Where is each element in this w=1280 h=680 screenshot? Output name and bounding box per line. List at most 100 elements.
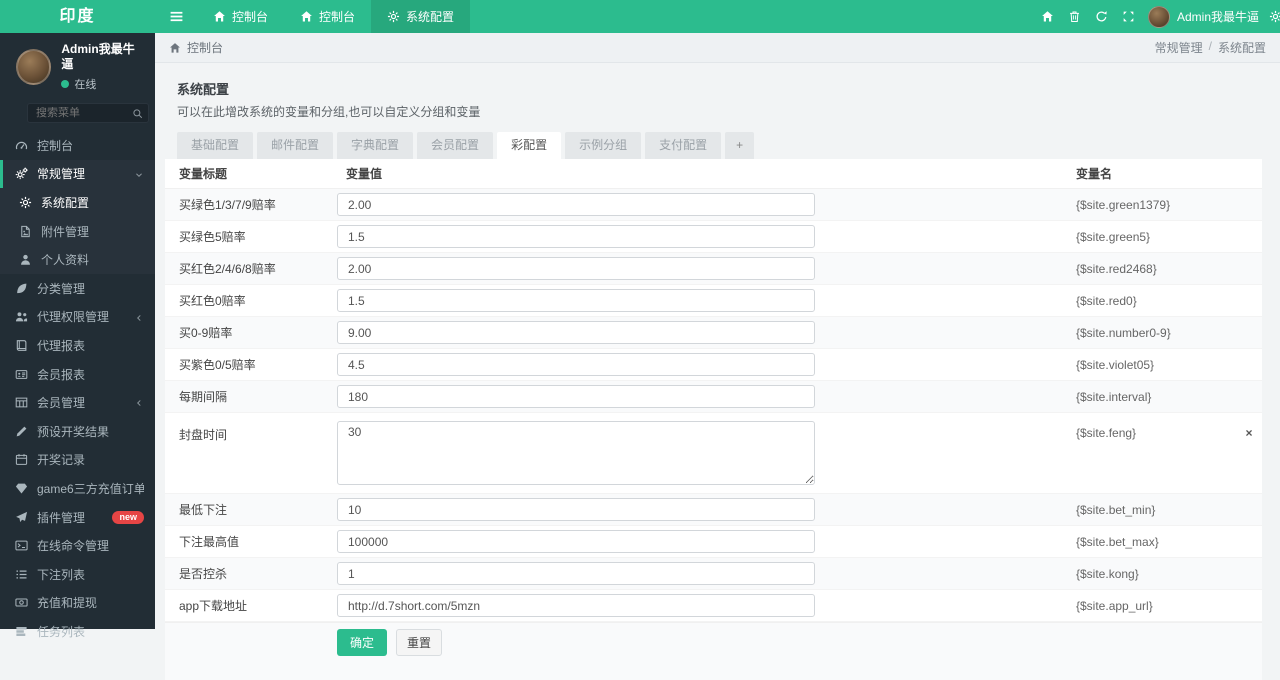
sidebar-item-个人资料[interactable]: 个人资料 — [0, 245, 155, 274]
config-row: 封盘时间 {$site.feng} × — [165, 413, 1262, 494]
submit-button[interactable]: 确定 — [337, 629, 388, 656]
home-icon — [1041, 10, 1054, 23]
expand-button[interactable] — [1115, 0, 1142, 33]
top-nav-tab[interactable]: 系统配置 — [371, 0, 471, 33]
sidebar-item-任务列表[interactable]: 任务列表 — [0, 617, 155, 646]
home-icon — [300, 10, 313, 23]
menu-search — [27, 103, 149, 123]
variable-title: app下载地址 — [179, 599, 248, 613]
config-tabs: 基础配置 邮件配置 字典配置 会员配置 彩配置 示例分组 支付配置 + — [165, 124, 1262, 159]
tab-彩配置[interactable]: 彩配置 — [497, 132, 562, 159]
tab-基础配置[interactable]: 基础配置 — [177, 132, 254, 159]
sidebar-item-在线命令管理[interactable]: 在线命令管理 — [0, 531, 155, 560]
gear-icon — [1269, 10, 1280, 23]
variable-value-input[interactable] — [337, 193, 815, 216]
gauge-icon — [15, 139, 28, 152]
breadcrumb-parent[interactable]: 常规管理 — [1155, 39, 1203, 56]
cogs-icon — [15, 167, 28, 180]
col-header-title: 变量标题 — [179, 167, 228, 181]
chevleft-icon — [134, 313, 144, 323]
sidebar-item-分类管理[interactable]: 分类管理 — [0, 274, 155, 303]
rocket-icon — [15, 511, 28, 524]
variable-name: {$site.bet_min} — [1076, 502, 1156, 517]
variable-name: {$site.green5} — [1076, 229, 1151, 244]
home-icon — [213, 10, 226, 23]
sidebar-item-代理报表[interactable]: 代理报表 — [0, 331, 155, 360]
breadcrumb-bar: 控制台 常规管理 / 系统配置 — [155, 33, 1280, 63]
breadcrumb[interactable]: 控制台 — [169, 39, 223, 56]
reset-button[interactable]: 重置 — [396, 629, 443, 656]
sidebar-item-下注列表[interactable]: 下注列表 — [0, 560, 155, 589]
tab-示例分组[interactable]: 示例分组 — [565, 132, 642, 159]
panel-heading: 系统配置 可以在此增改系统的变量和分组,也可以自定义分组和变量 — [165, 71, 1262, 124]
variable-title: 买紫色0/5赔率 — [179, 358, 256, 372]
user-dropdown[interactable]: Admin我最牛逼 — [1142, 5, 1269, 28]
tab-pane: 变量标题 变量值 变量名 买绿色1/3/7/9赔率 {$site.green137… — [165, 159, 1262, 680]
sidebar-toggle-button[interactable] — [155, 0, 197, 33]
user-icon — [19, 253, 32, 266]
variable-value-textarea[interactable] — [337, 421, 815, 485]
variable-title: 每期间隔 — [179, 390, 228, 404]
refresh-icon — [1095, 10, 1108, 23]
tab-支付配置[interactable]: 支付配置 — [645, 132, 722, 159]
sidebar-item-会员报表[interactable]: 会员报表 — [0, 360, 155, 389]
variable-title: 下注最高值 — [179, 535, 240, 549]
sidebar-item-代理权限管理[interactable]: 代理权限管理 — [0, 303, 155, 332]
sidebar-item-开奖记录[interactable]: 开奖记录 — [0, 446, 155, 475]
home-button[interactable] — [1034, 0, 1061, 33]
app-logo[interactable]: 印度 — [0, 0, 155, 33]
variable-value-input[interactable] — [337, 594, 815, 617]
variable-name: {$site.red2468} — [1076, 261, 1157, 276]
online-dot-icon — [61, 80, 70, 88]
config-row: 买绿色5赔率 {$site.green5} — [165, 221, 1262, 253]
tab-字典配置[interactable]: 字典配置 — [337, 132, 414, 159]
variable-value-input[interactable] — [337, 321, 815, 344]
sidebar-menu: 控制台 常规管理 系统配置 附件管理 个人资料 分类管理 代理权限管理 代理报表 会员报表 会员管… — [0, 131, 155, 646]
trash-button[interactable] — [1061, 0, 1088, 33]
variable-name: {$site.red0} — [1076, 293, 1137, 308]
search-icon[interactable] — [126, 108, 148, 119]
variable-value-input[interactable] — [337, 385, 815, 408]
calendar-icon — [15, 453, 28, 466]
sidebar-item-game6三方充值订单[interactable]: game6三方充值订单 — [0, 474, 155, 503]
sidebar-item-插件管理[interactable]: 插件管理 new — [0, 503, 155, 532]
variable-value-input[interactable] — [337, 498, 815, 521]
variable-value-input[interactable] — [337, 289, 815, 312]
variable-value-input[interactable] — [337, 562, 815, 585]
sidebar-item-附件管理[interactable]: 附件管理 — [0, 217, 155, 246]
variable-name: {$site.interval} — [1076, 389, 1152, 404]
tasks-icon — [15, 625, 28, 638]
leaf-icon — [15, 282, 28, 295]
config-row: 每期间隔 {$site.interval} — [165, 381, 1262, 413]
tab-邮件配置[interactable]: 邮件配置 — [257, 132, 334, 159]
sidebar-item-预设开奖结果[interactable]: 预设开奖结果 — [0, 417, 155, 446]
variable-name: {$site.app_url} — [1076, 598, 1153, 613]
add-tab-button[interactable]: + — [725, 132, 755, 159]
settings-edge-button[interactable] — [1269, 0, 1280, 33]
avatar[interactable] — [16, 49, 52, 85]
remove-variable-button[interactable]: × — [1236, 413, 1262, 440]
config-row: 是否控杀 {$site.kong} — [165, 558, 1262, 590]
variable-value-input[interactable] — [337, 353, 815, 376]
sidebar-item-系统配置[interactable]: 系统配置 — [0, 188, 155, 217]
table-icon — [15, 396, 28, 409]
money-icon — [15, 596, 28, 609]
variable-title: 是否控杀 — [179, 567, 228, 581]
refresh-button[interactable] — [1088, 0, 1115, 33]
variable-value-input[interactable] — [337, 257, 815, 280]
sidebar-item-充值和提现[interactable]: 充值和提现 — [0, 589, 155, 618]
main-area: 控制台 常规管理 / 系统配置 系统配置 可以在此增改系统的变量和分组,也可以自… — [155, 33, 1280, 680]
tab-会员配置[interactable]: 会员配置 — [417, 132, 494, 159]
variable-value-input[interactable] — [337, 530, 815, 553]
variable-title: 买红色0赔率 — [179, 294, 246, 308]
sidebar-item-常规管理[interactable]: 常规管理 — [0, 159, 155, 189]
sidebar-item-控制台[interactable]: 控制台 — [0, 131, 155, 160]
menu-search-input[interactable] — [28, 107, 126, 119]
variable-value-input[interactable] — [337, 225, 815, 248]
sidebar-item-会员管理[interactable]: 会员管理 — [0, 388, 155, 417]
col-header-name: 变量名 — [1076, 167, 1113, 181]
top-nav-tab[interactable]: 控制台 — [284, 0, 371, 33]
user-status-label: 在线 — [74, 79, 97, 91]
top-nav-tab[interactable]: 控制台 — [197, 0, 284, 33]
table-header: 变量标题 变量值 变量名 — [165, 159, 1262, 189]
